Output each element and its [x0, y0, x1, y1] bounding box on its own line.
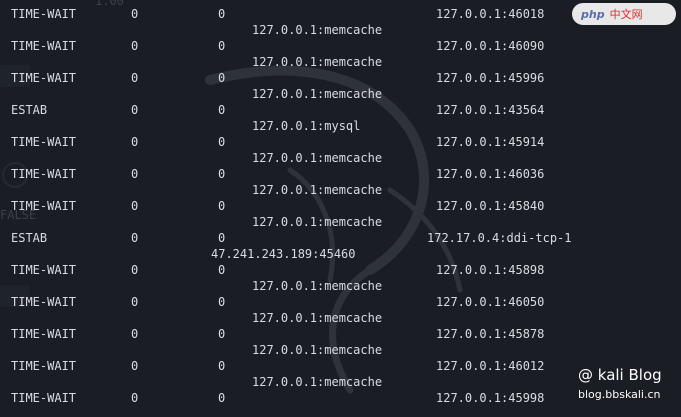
connection-local-address-row: 127.0.0.1:memcache: [0, 214, 681, 230]
local-address-cell: 47.241.243.189:45460: [211, 247, 356, 261]
peer-address-cell: 127.0.0.1:46012: [436, 359, 545, 373]
local-address-cell: 127.0.0.1:memcache: [252, 151, 383, 165]
local-address-cell: 127.0.0.1:memcache: [252, 343, 383, 357]
connection-row: ESTAB 0 0 172.17.0.4:ddi-tcp-1: [0, 230, 681, 246]
logo-cn-text: 中文网: [609, 8, 643, 21]
peer-address-cell: 127.0.0.1:46090: [436, 39, 545, 53]
connection-local-address-row: 127.0.0.1:memcache: [0, 54, 681, 70]
state-cell: ESTAB: [11, 103, 48, 117]
recv-q-cell: 0: [131, 263, 139, 277]
state-cell: TIME-WAIT: [11, 39, 77, 53]
connection-row: TIME-WAIT 0 0 127.0.0.1:45996: [0, 70, 681, 86]
connection-local-address-row: 127.0.0.1:memcache: [0, 310, 681, 326]
blog-watermark-title: @ kali Blog: [578, 366, 662, 384]
state-cell: TIME-WAIT: [11, 295, 77, 309]
recv-q-cell: 0: [131, 391, 139, 405]
connection-local-address-row: 127.0.0.1:memcache: [0, 182, 681, 198]
send-q-cell: 0: [218, 167, 226, 181]
recv-q-cell: 0: [131, 295, 139, 309]
recv-q-cell: 0: [131, 103, 139, 117]
send-q-cell: 0: [218, 231, 226, 245]
peer-address-cell: 127.0.0.1:45840: [436, 199, 545, 213]
connection-row: TIME-WAIT 0 0 127.0.0.1:45898: [0, 262, 681, 278]
peer-address-cell: 127.0.0.1:45998: [436, 391, 545, 405]
state-cell: TIME-WAIT: [11, 135, 77, 149]
peer-address-cell: 127.0.0.1:45878: [436, 327, 545, 341]
state-cell: TIME-WAIT: [11, 391, 77, 405]
send-q-cell: 0: [218, 199, 226, 213]
state-cell: TIME-WAIT: [11, 199, 77, 213]
send-q-cell: 0: [218, 103, 226, 117]
local-address-cell: 127.0.0.1:memcache: [252, 55, 383, 69]
peer-address-cell: 127.0.0.1:43564: [436, 103, 545, 117]
state-cell: TIME-WAIT: [11, 327, 77, 341]
send-q-cell: 0: [218, 71, 226, 85]
send-q-cell: 0: [218, 7, 226, 21]
connection-row: TIME-WAIT 0 0 127.0.0.1:45878: [0, 326, 681, 342]
connection-row: TIME-WAIT 0 0 127.0.0.1:45840: [0, 198, 681, 214]
recv-q-cell: 0: [131, 359, 139, 373]
state-cell: TIME-WAIT: [11, 263, 77, 277]
logo-php-text: php: [581, 7, 605, 21]
local-address-cell: 127.0.0.1:mysql: [252, 119, 361, 133]
local-address-cell: 127.0.0.1:memcache: [252, 311, 383, 325]
connection-row: ESTAB 0 0 127.0.0.1:43564: [0, 102, 681, 118]
state-cell: ESTAB: [11, 231, 48, 245]
send-q-cell: 0: [218, 295, 226, 309]
state-cell: TIME-WAIT: [11, 71, 77, 85]
peer-address-cell: 127.0.0.1:45898: [436, 263, 545, 277]
state-cell: TIME-WAIT: [11, 359, 77, 373]
recv-q-cell: 0: [131, 71, 139, 85]
recv-q-cell: 0: [131, 7, 139, 21]
send-q-cell: 0: [218, 39, 226, 53]
local-address-cell: 127.0.0.1:memcache: [252, 279, 383, 293]
local-address-cell: 127.0.0.1:memcache: [252, 215, 383, 229]
send-q-cell: 0: [218, 327, 226, 341]
connection-local-address-row: 47.241.243.189:45460: [0, 246, 681, 262]
peer-address-cell: 127.0.0.1:46036: [436, 167, 545, 181]
state-cell: TIME-WAIT: [11, 7, 77, 21]
local-address-cell: 127.0.0.1:memcache: [252, 87, 383, 101]
local-address-cell: 127.0.0.1:memcache: [252, 23, 383, 37]
connection-local-address-row: 127.0.0.1:memcache: [0, 342, 681, 358]
peer-address-cell: 127.0.0.1:46018: [436, 7, 545, 21]
recv-q-cell: 0: [131, 231, 139, 245]
terminal-window[interactable]: 1.00 FALSE TIME-WAIT 0 0 127.0.0.1:46018 127…: [0, 0, 681, 417]
connection-local-address-row: 127.0.0.1:memcache: [0, 150, 681, 166]
connection-row: TIME-WAIT 0 0 127.0.0.1:46050: [0, 294, 681, 310]
connection-row: TIME-WAIT 0 0 127.0.0.1:46090: [0, 38, 681, 54]
recv-q-cell: 0: [131, 199, 139, 213]
php-cn-logo: php 中文网: [572, 3, 676, 25]
recv-q-cell: 0: [131, 39, 139, 53]
connection-row: TIME-WAIT 0 0 127.0.0.1:45914: [0, 134, 681, 150]
send-q-cell: 0: [218, 263, 226, 277]
send-q-cell: 0: [218, 391, 226, 405]
recv-q-cell: 0: [131, 167, 139, 181]
local-address-cell: 127.0.0.1:memcache: [252, 183, 383, 197]
peer-address-cell: 127.0.0.1:45996: [436, 71, 545, 85]
local-address-cell: 127.0.0.1:memcache: [252, 375, 383, 389]
state-cell: TIME-WAIT: [11, 167, 77, 181]
peer-address-cell: 127.0.0.1:45914: [436, 135, 545, 149]
connection-row: TIME-WAIT 0 0 127.0.0.1:46036: [0, 166, 681, 182]
connection-local-address-row: 127.0.0.1:mysql: [0, 118, 681, 134]
connection-local-address-row: 127.0.0.1:memcache: [0, 86, 681, 102]
blog-watermark-url: blog.bbskali.cn: [578, 388, 661, 401]
connection-local-address-row: 127.0.0.1:memcache: [0, 278, 681, 294]
recv-q-cell: 0: [131, 135, 139, 149]
recv-q-cell: 0: [131, 327, 139, 341]
peer-address-cell: 127.0.0.1:46050: [436, 295, 545, 309]
send-q-cell: 0: [218, 359, 226, 373]
peer-address-cell: 172.17.0.4:ddi-tcp-1: [427, 231, 572, 245]
send-q-cell: 0: [218, 135, 226, 149]
